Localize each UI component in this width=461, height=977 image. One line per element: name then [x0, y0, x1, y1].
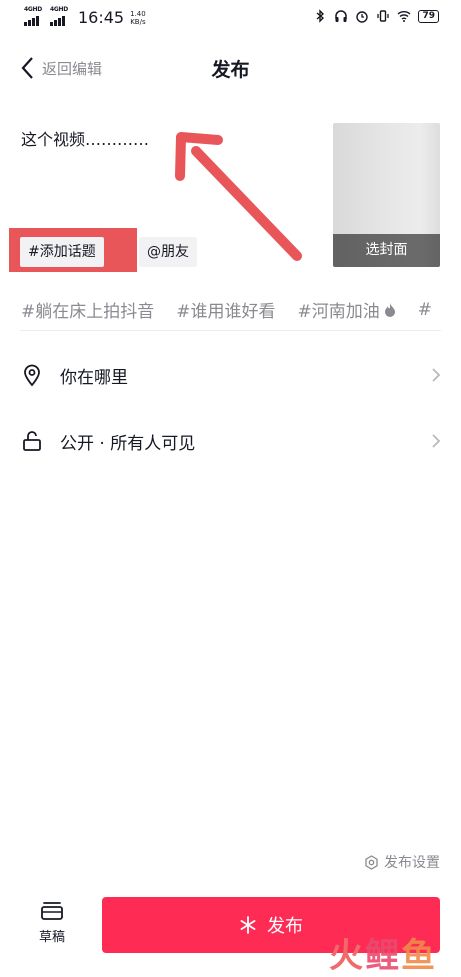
vibrate-icon [377, 10, 390, 22]
privacy-label: 公开 · 所有人可见 [60, 433, 196, 454]
suggested-topics: #躺在床上拍抖音 #谁用谁好看 #河南加油 # [21, 297, 432, 323]
status-bar: 4GHD 4GHD 16:45 1.40 KB/s 79 [0, 0, 461, 36]
chevron-right-icon [432, 434, 441, 448]
publish-label: 发布 [267, 916, 303, 937]
network-speed: 1.40 KB/s [130, 9, 146, 26]
draft-box-icon [41, 902, 63, 920]
bluetooth-icon [317, 9, 325, 23]
alarm-icon [356, 11, 369, 23]
cover-picker[interactable]: 选封面 [333, 123, 440, 267]
battery-indicator: 79 [418, 9, 439, 23]
clock: 16:45 [78, 8, 125, 27]
publish-settings-link[interactable]: 发布设置 [364, 852, 440, 872]
signal-icon: 4GHD [50, 6, 70, 26]
watermark-logo: 火鲤鱼 [329, 936, 437, 976]
unlock-icon [23, 431, 41, 451]
topic-tag[interactable]: # [418, 297, 432, 322]
draft-button[interactable]: 草稿 [30, 900, 74, 945]
publish-settings-label: 发布设置 [384, 855, 440, 871]
wifi-icon [398, 11, 411, 22]
page-title: 发布 [211, 59, 250, 81]
topic-tag[interactable]: #河南加油 [298, 297, 396, 322]
divider [20, 330, 441, 331]
cover-label: 选封面 [333, 234, 440, 267]
signal-icon: 4GHD [24, 6, 44, 26]
caption-input[interactable]: 这个视频………… [21, 126, 149, 150]
mention-friend-button[interactable]: @朋友 [139, 237, 197, 267]
flame-icon [384, 302, 395, 317]
chevron-right-icon [432, 368, 441, 382]
headphones-icon [335, 10, 348, 22]
sparkle-icon [240, 916, 256, 934]
topic-tag[interactable]: #谁用谁好看 [176, 297, 275, 322]
header: 返回编辑 发布 [0, 48, 461, 92]
location-pin-icon [24, 364, 40, 387]
draft-label: 草稿 [38, 930, 65, 945]
location-label: 你在哪里 [60, 367, 128, 388]
topic-tag[interactable]: #躺在床上拍抖音 [21, 297, 154, 322]
location-row[interactable]: 你在哪里 [20, 355, 441, 395]
add-topic-button[interactable]: #添加话题 [20, 237, 104, 267]
privacy-row[interactable]: 公开 · 所有人可见 [20, 421, 441, 461]
settings-icon [365, 854, 378, 870]
